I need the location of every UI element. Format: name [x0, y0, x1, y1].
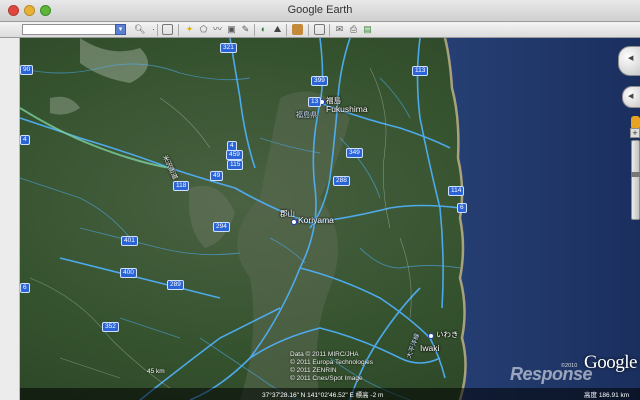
map-icon[interactable]: ▤ [362, 24, 373, 35]
route-shield: 90 [20, 65, 34, 75]
map-credits: Data © 2011 MIRC/JHA © 2011 Europa Techn… [290, 351, 373, 382]
fukushima-label: Fukushima [326, 104, 368, 114]
route-shield: 4 [20, 135, 30, 145]
fukushima-prefecture-label: 福島県 [296, 112, 317, 119]
route-shield: 6 [20, 283, 30, 293]
route-shield: 399 [311, 76, 328, 86]
view-icon[interactable] [314, 24, 325, 35]
response-watermark: Response [510, 364, 593, 384]
move-arrow-icon: ◀ [628, 93, 634, 100]
koriyama-marker[interactable] [291, 219, 297, 225]
polygon-icon[interactable]: ⬠ [198, 24, 209, 35]
print-icon[interactable]: ⎙ [348, 24, 359, 35]
sidebar-panel [0, 38, 20, 400]
ruler-icon[interactable] [292, 24, 303, 35]
sidebar-icon[interactable] [162, 24, 173, 35]
route-shield: 400 [120, 268, 137, 278]
tour-icon[interactable]: ✎ [240, 24, 251, 35]
earth-map-view[interactable]: 福島 Fukushima 福島県 郡山 Koriyama いわき Iwaki 米… [20, 38, 640, 400]
google-earth-window: Google Earth ▾ 🔍︎ · ✦ ⬠ 〰 ▣ ✎ ◐ ⛰ ✉ ⎙ ▤ [0, 0, 640, 400]
window-title: Google Earth [287, 4, 353, 16]
route-shield: 459 [226, 150, 243, 160]
search-input[interactable] [22, 24, 120, 35]
zoom-slider-thumb[interactable] [631, 172, 640, 177]
placemark-icon[interactable]: ✦ [184, 24, 195, 35]
route-shield: 4 [227, 141, 237, 151]
route-shield: 113 [412, 66, 429, 76]
google-logo: Google [584, 352, 637, 373]
route-shield: 321 [220, 43, 237, 53]
iwaki-marker[interactable] [428, 333, 434, 339]
iwaki-label: Iwaki [420, 343, 440, 353]
sky-icon[interactable]: ⛰ [272, 24, 283, 35]
look-arrow-icon: ◀ [628, 55, 634, 62]
route-shield: 6 [457, 203, 467, 213]
toolbar: ▾ 🔍︎ · ✦ ⬠ 〰 ▣ ✎ ◐ ⛰ ✉ ⎙ ▤ [0, 22, 640, 38]
koriyama-jp-label: 郡山 [280, 209, 295, 218]
copyright-text: ©2010 [561, 363, 578, 369]
sun-icon[interactable]: ◐ [258, 24, 269, 35]
overlay-icon[interactable]: ▣ [226, 24, 237, 35]
magnifier-icon[interactable]: 🔍︎ [134, 24, 145, 35]
koriyama-label: Koriyama [298, 215, 334, 225]
route-shield: 352 [102, 322, 119, 332]
zoom-slider[interactable] [631, 140, 640, 220]
search-dropdown-button[interactable]: ▾ [115, 24, 126, 35]
email-icon[interactable]: ✉ [334, 24, 345, 35]
street-view-pegman-icon[interactable] [631, 116, 640, 128]
route-shield: 115 [227, 160, 244, 170]
title-bar: Google Earth [0, 0, 640, 22]
route-shield: 13 [308, 97, 322, 107]
scale-label: 45 km [147, 368, 165, 375]
route-shield: 289 [167, 280, 184, 290]
route-shield: 114 [448, 186, 465, 196]
route-shield: 294 [213, 222, 230, 232]
route-shield: 349 [346, 148, 363, 158]
zoom-in-button[interactable]: + [630, 128, 640, 138]
pointer-coordinates: 37°37'28.16" N 141°02'46.52" E 標高 -2 m [262, 392, 384, 399]
path-icon[interactable]: 〰 [212, 24, 223, 35]
route-shield: 49 [210, 171, 224, 181]
route-shield: 401 [121, 236, 138, 246]
eye-altitude: 高度 186.91 km [584, 392, 630, 399]
route-shield: 118 [173, 181, 190, 191]
iwaki-jp-label: いわき [436, 330, 459, 339]
route-shield: 288 [333, 176, 350, 186]
